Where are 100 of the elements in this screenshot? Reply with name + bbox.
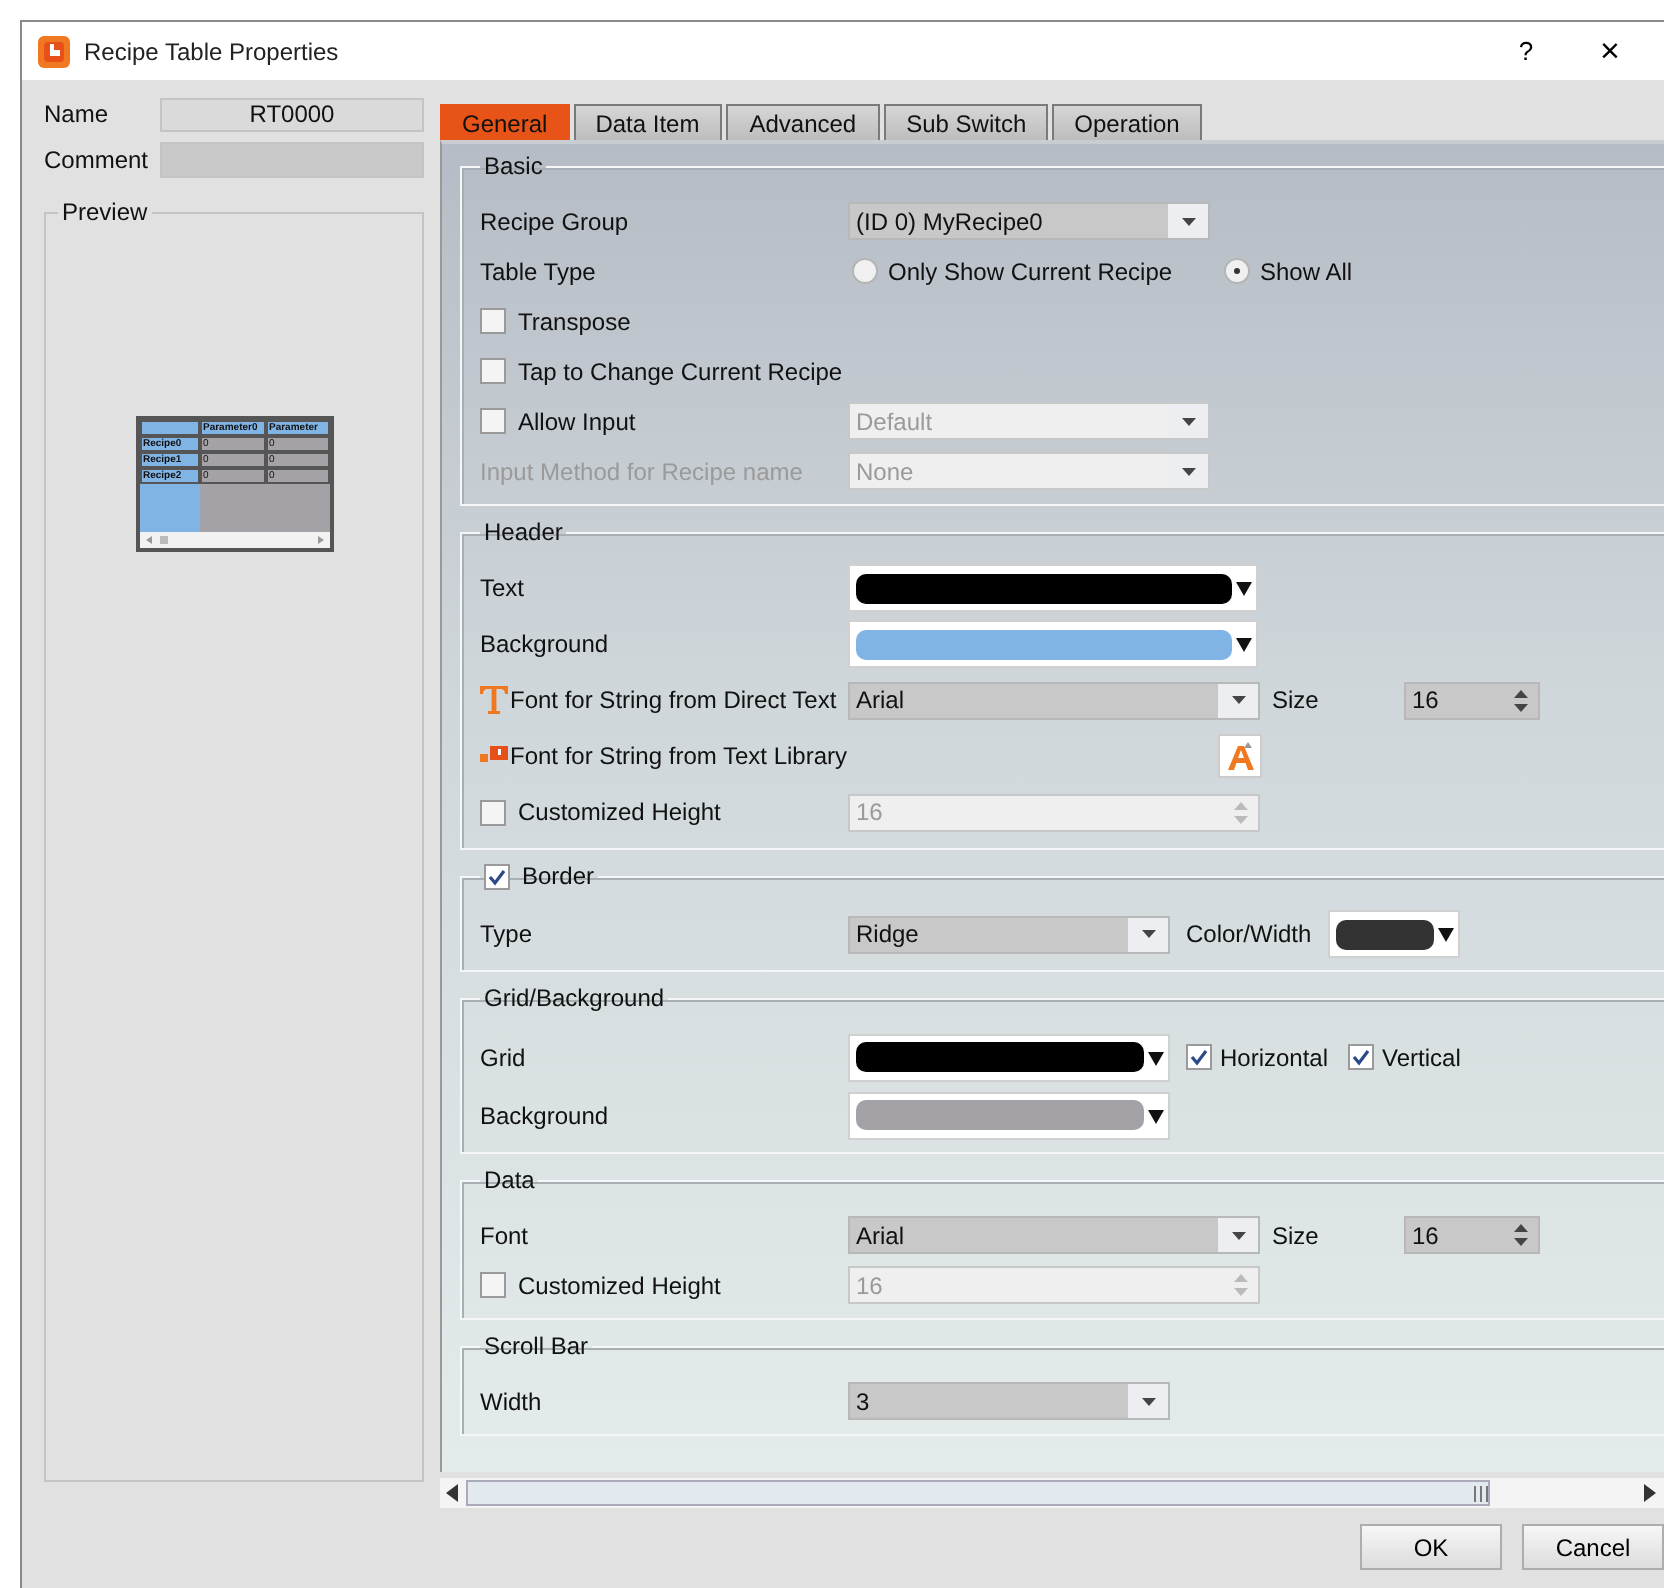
dropdown-arrow-icon — [1236, 636, 1252, 652]
radio-button[interactable] — [852, 258, 878, 284]
scrollbar-thumb[interactable] — [466, 1480, 1490, 1506]
checkbox-label: Customized Height — [518, 798, 721, 826]
app-icon — [38, 35, 70, 67]
field-label: Size — [1270, 1221, 1321, 1249]
window-title: Recipe Table Properties — [84, 37, 339, 65]
dropdown[interactable]: Arial — [848, 1216, 1260, 1254]
check-icon — [1190, 1048, 1208, 1066]
check-icon — [488, 867, 506, 885]
dialog-button[interactable]: OK — [1360, 1524, 1502, 1570]
text-library-icon — [480, 744, 508, 768]
field-label: Grid — [480, 1043, 526, 1071]
field-label: Font for String from Text Library — [510, 742, 848, 770]
dropdown-arrow-icon — [1181, 467, 1195, 475]
scroll-right-icon — [1644, 1484, 1656, 1502]
scroll-thumb-icon — [159, 536, 167, 544]
font-icon — [480, 686, 508, 714]
group-title: Border — [522, 862, 595, 890]
checkbox[interactable] — [1348, 1044, 1375, 1070]
dialog-button[interactable]: Cancel — [1522, 1524, 1664, 1570]
spinner-arrows-icon — [1514, 689, 1528, 711]
arrow-icon — [315, 536, 323, 544]
close-button[interactable]: × — [1590, 31, 1630, 71]
group-title: Basic — [484, 152, 543, 180]
scroll-left-icon — [446, 1484, 458, 1502]
tab[interactable]: Advanced — [725, 104, 881, 140]
tab[interactable]: Operation — [1052, 104, 1202, 140]
dropdown-arrow-icon — [1141, 1397, 1155, 1405]
group-title: Scroll Bar — [484, 1332, 589, 1360]
group-title: Data — [484, 1166, 535, 1194]
dropdown-arrow-icon — [1148, 1049, 1164, 1065]
dropdown-arrow-icon — [1181, 417, 1195, 425]
field-label: Input Method for Recipe name — [480, 457, 803, 485]
color-picker[interactable] — [848, 1033, 1170, 1081]
field-label: Type — [480, 920, 533, 948]
dropdown-arrow-icon — [1231, 696, 1245, 704]
group-title: Preview — [60, 198, 150, 226]
tab[interactable]: Sub Switch — [884, 104, 1049, 140]
field-label: Width — [480, 1387, 542, 1415]
group-title: Header — [484, 518, 563, 546]
number-field[interactable]: 16 — [1404, 1216, 1540, 1254]
radio-label: Only Show Current Recipe — [888, 257, 1173, 285]
field-label: Color/Width — [1184, 920, 1314, 948]
field-label: Comment — [44, 146, 151, 174]
help-button[interactable]: ? — [1506, 36, 1546, 66]
checkbox[interactable] — [480, 1272, 506, 1298]
check-icon — [1352, 1048, 1371, 1066]
font-button[interactable] — [1218, 734, 1262, 778]
name-field[interactable]: RT0000 — [160, 97, 424, 131]
checkbox[interactable] — [480, 308, 506, 334]
field-label: Recipe Group — [480, 207, 629, 235]
field-label: Text — [480, 574, 525, 602]
dropdown-arrow-icon — [1437, 926, 1454, 942]
field-label: Font — [480, 1221, 529, 1249]
dropdown-arrow-icon — [1181, 217, 1195, 225]
tab[interactable]: General — [440, 104, 570, 140]
field-label: Background — [480, 1101, 609, 1129]
comment-field[interactable] — [160, 142, 424, 178]
checkbox-label: Tap to Change Current Recipe — [518, 357, 843, 385]
number-field[interactable]: 16 — [1404, 681, 1540, 719]
row-header-area — [139, 484, 199, 532]
color-picker[interactable] — [1327, 910, 1460, 958]
field-label: Name — [44, 100, 111, 128]
dropdown-arrow-icon — [1231, 1231, 1245, 1239]
checkbox-label: Transpose — [518, 307, 631, 335]
horizontal-scrollbar[interactable] — [440, 1478, 1664, 1508]
dropdown[interactable]: 3 — [848, 1382, 1170, 1420]
checkbox[interactable] — [480, 358, 506, 384]
checkbox-label: Vertical — [1382, 1043, 1461, 1071]
field-label: Table Type — [480, 257, 596, 285]
field-label: Font for String from Direct Text — [510, 686, 837, 714]
tab[interactable]: Data Item — [573, 104, 722, 140]
checkbox[interactable] — [480, 408, 506, 434]
arrow-icon — [145, 536, 153, 544]
field-label: Background — [480, 630, 609, 658]
checkbox[interactable] — [484, 863, 510, 889]
spinner-arrows-icon — [1514, 1224, 1528, 1246]
dropdown[interactable]: Arial — [848, 681, 1260, 719]
radio-label: Show All — [1260, 257, 1353, 285]
group-title: Grid/Background — [484, 984, 665, 1012]
color-picker[interactable] — [848, 1091, 1170, 1139]
checkbox-label: Customized Height — [518, 1271, 721, 1299]
dropdown-arrow-icon — [1141, 930, 1155, 938]
checkbox[interactable] — [1186, 1044, 1212, 1070]
dropdown-arrow-icon — [1148, 1107, 1164, 1123]
radio-button[interactable] — [1224, 258, 1250, 284]
spinner-arrows-icon — [1234, 801, 1248, 823]
grip-icon — [1474, 1485, 1488, 1501]
dropdown[interactable]: (ID 0) MyRecipe0 — [848, 202, 1210, 240]
checkbox[interactable] — [480, 799, 506, 825]
field-label: Size — [1270, 686, 1321, 714]
color-picker[interactable] — [848, 620, 1258, 668]
color-picker[interactable] — [848, 564, 1258, 612]
dropdown[interactable]: Ridge — [848, 915, 1170, 953]
font-icon — [1224, 740, 1256, 772]
dropdown-arrow-icon — [1236, 580, 1252, 596]
spinner-arrows-icon — [1234, 1274, 1248, 1296]
checkbox-label: Horizontal — [1220, 1043, 1329, 1071]
checkbox-label: Allow Input — [518, 407, 636, 435]
